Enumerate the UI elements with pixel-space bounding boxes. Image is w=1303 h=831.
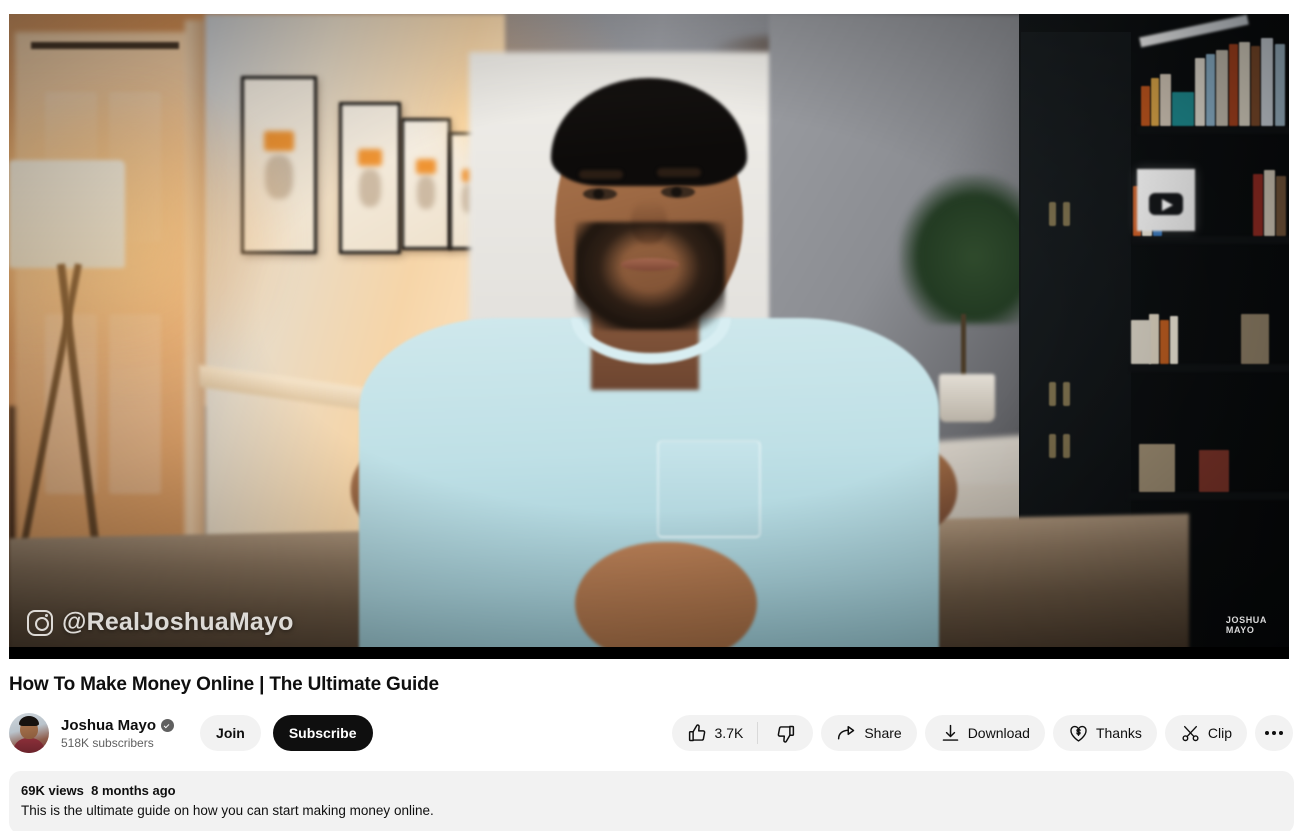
thumbs-down-icon (775, 723, 796, 744)
book (1253, 174, 1263, 236)
shelf-board (1129, 364, 1289, 372)
avatar-body (13, 738, 45, 753)
download-label: Download (967, 725, 1030, 741)
more-actions-button[interactable] (1255, 715, 1293, 751)
avatar-hair (19, 716, 39, 726)
join-button[interactable]: Join (200, 715, 261, 751)
video-info-section: How To Make Money Online | The Ultimate … (0, 659, 1303, 831)
subscribe-button[interactable]: Subscribe (272, 715, 373, 751)
shelf-board (1127, 492, 1289, 500)
book (1241, 314, 1269, 364)
cabinet-handle (1049, 382, 1056, 406)
book (1264, 170, 1275, 236)
book (1170, 316, 1178, 364)
book (1141, 86, 1150, 126)
book (1199, 450, 1229, 492)
thumbs-up-icon (687, 723, 708, 744)
book (1206, 54, 1215, 126)
eyebrow (579, 170, 623, 179)
like-count: 3.7K (714, 725, 744, 741)
dot (1265, 731, 1269, 735)
eye (583, 188, 617, 200)
shelf-board (1131, 236, 1289, 244)
thanks-heart-dollar-icon (1068, 723, 1089, 744)
clip-label: Clip (1207, 725, 1232, 741)
cabinet-handle (1049, 434, 1056, 458)
download-icon (940, 723, 961, 744)
lamp-shade (9, 160, 125, 268)
video-action-buttons: 3.7K Share Download Thanks Clip (671, 715, 1293, 751)
clasped-hands (575, 542, 757, 659)
like-button[interactable]: 3.7K (672, 715, 758, 751)
book (1229, 44, 1238, 126)
book (1276, 176, 1286, 236)
cabinet-handle (1063, 382, 1070, 406)
video-title: How To Make Money Online | The Ultimate … (9, 674, 439, 695)
letterbox-bar (9, 647, 1289, 659)
shelf-board (1137, 126, 1289, 134)
dislike-button[interactable] (758, 715, 813, 751)
channel-info: Joshua Mayo 518K subscribers (61, 717, 175, 750)
book (1216, 50, 1228, 126)
logo-line-1: JOSHUA (1225, 615, 1267, 625)
youtube-watch-page: @RealJoshuaMayo JOSHUA MAYO How To Make … (0, 0, 1303, 831)
publish-date: 8 months ago (91, 783, 176, 798)
instagram-icon (27, 609, 53, 636)
thanks-button[interactable]: Thanks (1052, 715, 1157, 751)
eyebrow (657, 168, 701, 177)
description-text: This is the ultimate guide on how you ca… (21, 803, 434, 818)
scissors-icon (1180, 723, 1201, 744)
download-button[interactable]: Download (924, 715, 1045, 751)
view-count: 69K views (21, 783, 84, 798)
video-frame[interactable]: @RealJoshuaMayo JOSHUA MAYO (9, 14, 1289, 659)
share-icon (836, 723, 857, 744)
video-subject-person (339, 72, 965, 659)
video-description-box[interactable]: 69K views 8 months ago This is the ultim… (9, 771, 1294, 831)
book (1160, 74, 1171, 126)
book (1172, 92, 1194, 126)
shirt-pocket (657, 440, 761, 538)
cabinet-handle (1063, 202, 1070, 226)
video-player[interactable]: @RealJoshuaMayo JOSHUA MAYO (9, 14, 1289, 659)
thanks-label: Thanks (1095, 725, 1142, 741)
owner-and-actions-row: Joshua Mayo 518K subscribers Join Subscr… (9, 712, 1293, 754)
youtube-play-button-award (1137, 169, 1195, 231)
views-and-date: 69K views 8 months ago (21, 783, 1282, 798)
book (1160, 320, 1169, 364)
like-dislike-group: 3.7K (671, 715, 814, 751)
channel-name-line: Joshua Mayo (61, 717, 175, 734)
instagram-watermark: @RealJoshuaMayo (27, 608, 294, 637)
book (1151, 78, 1159, 126)
lips (621, 258, 679, 271)
book (1275, 44, 1285, 126)
instagram-handle: @RealJoshuaMayo (62, 608, 294, 636)
book (1261, 38, 1273, 126)
logo-line-2: MAYO (1225, 625, 1255, 635)
share-label: Share (864, 725, 902, 741)
share-button[interactable]: Share (821, 715, 917, 751)
beard (575, 222, 725, 330)
book (1195, 58, 1205, 126)
cabinet-handle (1063, 434, 1070, 458)
channel-avatar[interactable] (9, 713, 49, 753)
verified-badge-icon (161, 718, 175, 732)
cabinet-handle (1049, 202, 1056, 226)
book (1139, 444, 1175, 492)
door-trim (31, 42, 179, 49)
subscriber-count: 518K subscribers (61, 735, 154, 750)
book (1251, 46, 1260, 126)
book (1239, 42, 1250, 126)
channel-name[interactable]: Joshua Mayo (61, 717, 156, 734)
dot (1279, 731, 1283, 735)
book (1131, 320, 1151, 364)
eye (661, 186, 695, 198)
channel-logo-watermark: JOSHUA MAYO (1226, 615, 1267, 635)
clip-button[interactable]: Clip (1164, 715, 1247, 751)
dot (1272, 731, 1276, 735)
